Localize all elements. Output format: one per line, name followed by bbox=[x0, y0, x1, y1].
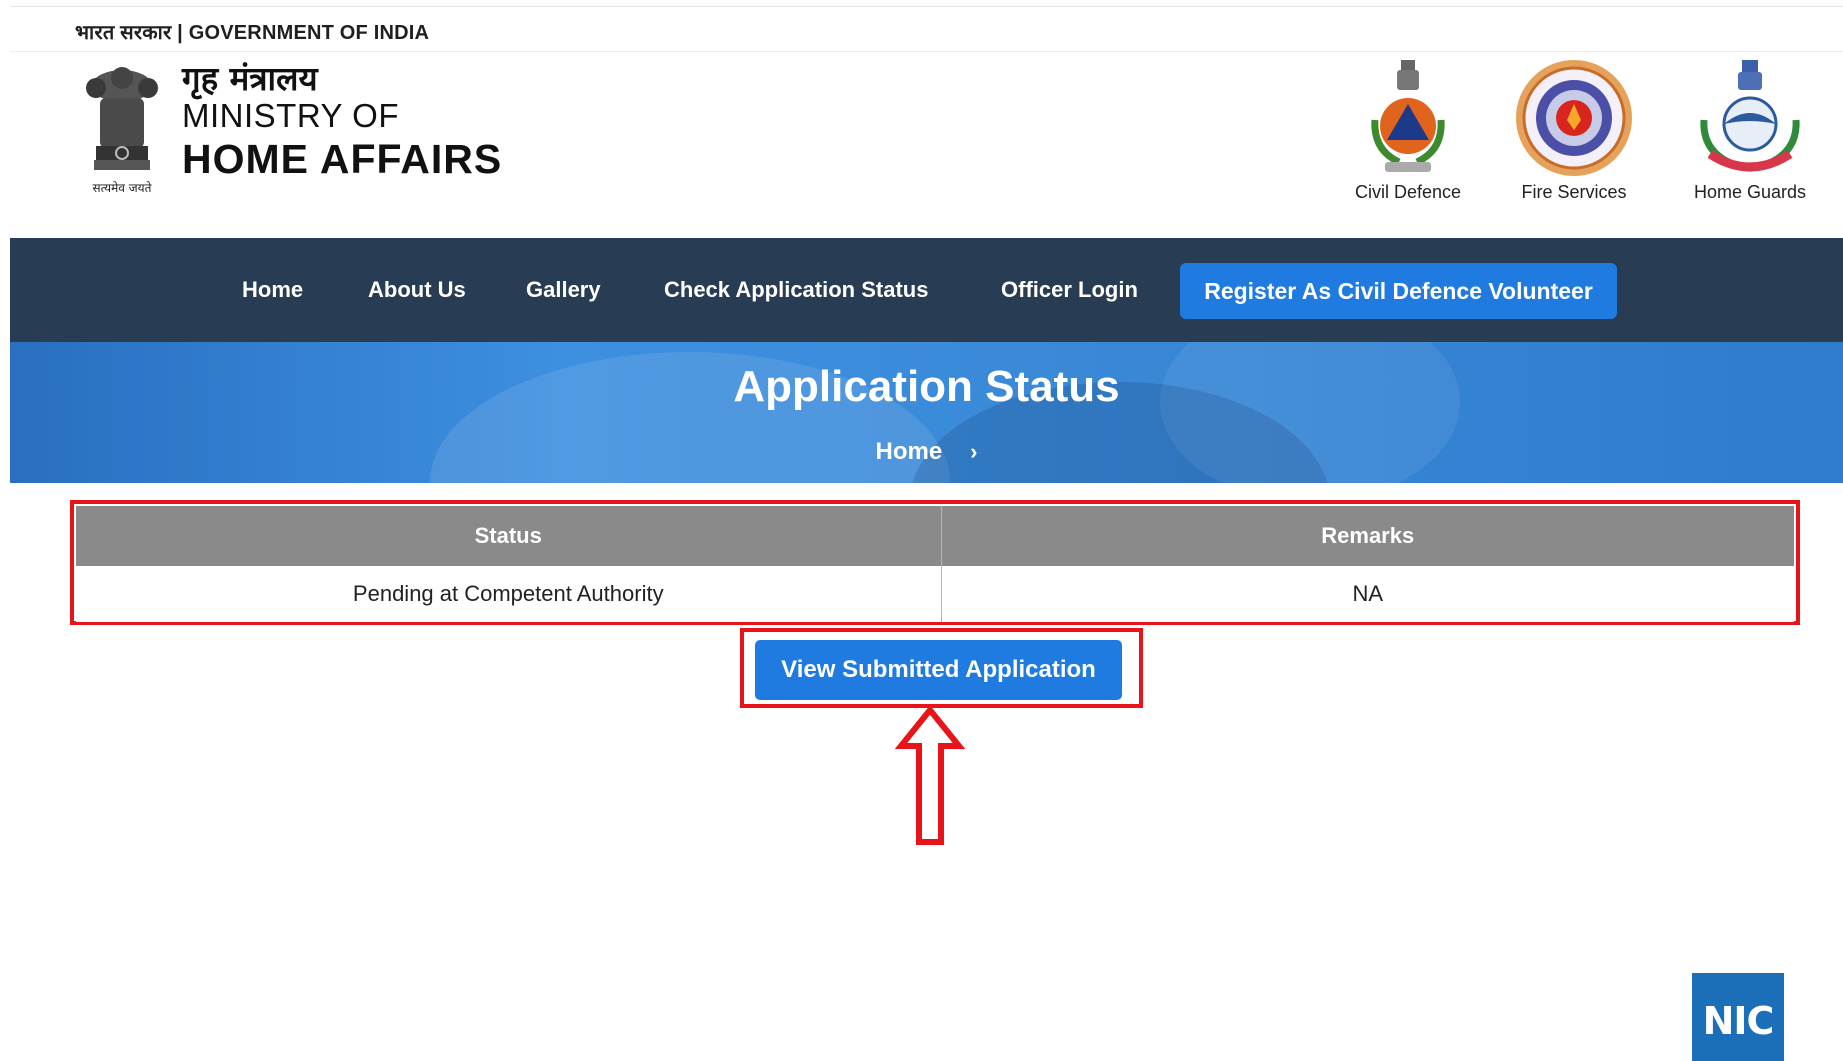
home-guards-logo[interactable]: Home Guards bbox=[1670, 58, 1830, 203]
gov-strip: भारत सरकार | GOVERNMENT OF INDIA bbox=[10, 6, 1843, 52]
status-cell: Pending at Competent Authority bbox=[76, 566, 942, 622]
view-submitted-application-button[interactable]: View Submitted Application bbox=[755, 640, 1122, 700]
status-table: Status Remarks Pending at Competent Auth… bbox=[76, 506, 1794, 622]
column-header-remarks: Remarks bbox=[941, 506, 1794, 566]
column-header-status: Status bbox=[76, 506, 942, 566]
remarks-cell: NA bbox=[941, 566, 1794, 622]
nav-check-application-status[interactable]: Check Application Status bbox=[664, 238, 928, 342]
logo-label-fire-services: Fire Services bbox=[1521, 182, 1627, 202]
arrow-up-icon bbox=[895, 706, 965, 845]
ministry-hindi: गृह मंत्रालय bbox=[182, 59, 318, 98]
ministry-name[interactable]: गृह मंत्रालय MINISTRY OF HOME AFFAIRS bbox=[182, 60, 502, 184]
table-row: Pending at Competent Authority NA bbox=[76, 566, 1794, 622]
gov-strip-text: भारत सरकार | GOVERNMENT OF INDIA bbox=[75, 22, 430, 44]
nav-officer-login[interactable]: Officer Login bbox=[1001, 238, 1138, 342]
fire-services-logo[interactable]: Fire Services bbox=[1494, 58, 1654, 203]
page-title: Application Status bbox=[733, 362, 1120, 411]
civil-defence-icon bbox=[1371, 60, 1445, 172]
nic-logo[interactable]: NIC bbox=[1692, 973, 1784, 1061]
national-emblem-icon[interactable]: सत्यमेव जयते bbox=[74, 58, 170, 198]
table-header-row: Status Remarks bbox=[76, 506, 1794, 566]
logo-label-civil-defence: Civil Defence bbox=[1354, 182, 1462, 202]
civil-defence-logo[interactable]: Civil Defence bbox=[1328, 58, 1488, 203]
site-header: सत्यमेव जयते गृह मंत्रालय MINISTRY OF HO… bbox=[10, 52, 1843, 238]
nav-about-us[interactable]: About Us bbox=[368, 238, 466, 342]
breadcrumb: Home › bbox=[10, 438, 1843, 466]
nav-home[interactable]: Home bbox=[242, 238, 303, 342]
emblem-motto: सत्यमेव जयते bbox=[93, 181, 153, 195]
home-guards-icon bbox=[1700, 60, 1800, 172]
register-volunteer-button[interactable]: Register As Civil Defence Volunteer bbox=[1180, 263, 1617, 319]
fire-services-icon bbox=[1516, 60, 1632, 176]
nic-logo-text: NIC bbox=[1702, 999, 1775, 1043]
logo-label-home-guards: Home Guards bbox=[1693, 182, 1807, 202]
ministry-line2: HOME AFFAIRS bbox=[182, 136, 503, 182]
chevron-right-icon: › bbox=[970, 439, 978, 464]
page-banner: Application Status Home › bbox=[10, 342, 1843, 483]
main-navbar: Home About Us Gallery Check Application … bbox=[10, 238, 1843, 342]
nav-gallery[interactable]: Gallery bbox=[526, 238, 601, 342]
breadcrumb-home[interactable]: Home bbox=[875, 438, 942, 465]
ministry-line1: MINISTRY OF bbox=[182, 97, 399, 134]
